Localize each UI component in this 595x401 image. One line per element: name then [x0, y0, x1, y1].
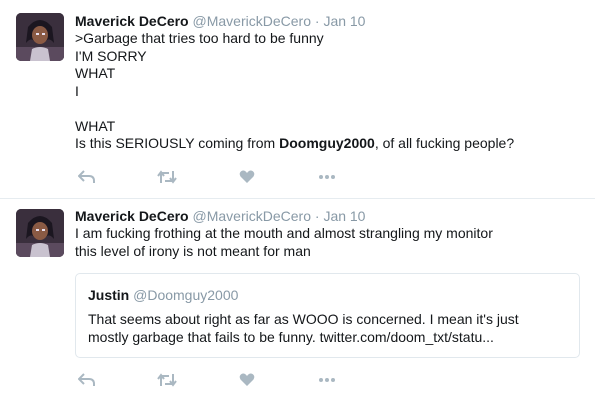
- more-dots-icon: [319, 175, 335, 179]
- display-name[interactable]: Maverick DeCero: [75, 13, 189, 29]
- avatar-image: [16, 13, 64, 61]
- tweet-text-line: Is this SERIOUSLY coming from Doomguy200…: [75, 135, 514, 153]
- reply-button[interactable]: [75, 167, 99, 187]
- tweet-header: Maverick DeCero @MaverickDeCero · Jan 10: [75, 207, 365, 225]
- tweet-text-line: I am fucking frothing at the mouth and a…: [75, 225, 493, 241]
- retweet-icon: [157, 170, 177, 184]
- heart-icon: [239, 170, 255, 183]
- separator-dot: ·: [314, 208, 320, 224]
- tweet-text-line: I'M SORRY: [75, 47, 147, 64]
- tweet[interactable]: Maverick DeCero @MaverickDeCero · Jan 10…: [0, 0, 595, 199]
- tweet-timestamp[interactable]: Jan 10: [323, 208, 365, 224]
- quoted-tweet[interactable]: Justin @Doomguy2000 That seems about rig…: [75, 273, 580, 358]
- heart-icon: [239, 373, 255, 386]
- tweet-text-line: this level of irony is not meant for man: [75, 242, 311, 259]
- avatar[interactable]: [16, 209, 64, 257]
- reply-icon: [78, 373, 95, 386]
- quoted-tweet-text: That seems about right as far as WOOO is…: [88, 310, 519, 345]
- user-handle[interactable]: @MaverickDeCero: [193, 13, 311, 29]
- mention-link[interactable]: Doomguy2000: [279, 135, 375, 151]
- tweet-timestamp[interactable]: Jan 10: [323, 13, 365, 29]
- retweet-icon: [157, 373, 177, 387]
- avatar-image: [16, 209, 64, 257]
- more-button[interactable]: [315, 370, 339, 390]
- tweet-text-segment: Is this SERIOUSLY coming from: [75, 135, 280, 151]
- separator-dot: ·: [314, 13, 320, 29]
- more-dots-icon: [319, 378, 335, 382]
- reply-button[interactable]: [75, 370, 99, 390]
- tweet-text-line: [75, 100, 514, 118]
- quoted-text-line: That seems about right as far as WOOO is…: [88, 311, 519, 327]
- like-button[interactable]: [235, 370, 259, 390]
- reply-icon: [78, 170, 95, 183]
- tweet-header: Maverick DeCero @MaverickDeCero · Jan 10: [75, 12, 365, 30]
- quoted-text-line: mostly garbage that fails to be funny. t…: [88, 328, 494, 345]
- like-button[interactable]: [235, 167, 259, 187]
- tweet-text-line: WHAT: [75, 65, 116, 81]
- quoted-user-handle: @Doomguy2000: [133, 287, 239, 303]
- avatar[interactable]: [16, 13, 64, 61]
- user-handle[interactable]: @MaverickDeCero: [193, 208, 311, 224]
- tweet-text-line: WHAT: [75, 117, 116, 134]
- more-button[interactable]: [315, 167, 339, 187]
- display-name[interactable]: Maverick DeCero: [75, 208, 189, 224]
- tweet-text-segment: , of all fucking people?: [374, 135, 515, 151]
- retweet-button[interactable]: [155, 370, 179, 390]
- tweet-actions: [75, 167, 375, 187]
- tweet-text-line: I: [75, 82, 79, 99]
- tweet-actions: [75, 370, 375, 390]
- retweet-button[interactable]: [155, 167, 179, 187]
- quoted-tweet-header: Justin @Doomguy2000: [88, 287, 238, 303]
- quoted-display-name: Justin: [88, 287, 130, 303]
- tweet-text-line: >Garbage that tries too hard to be funny: [75, 30, 324, 46]
- tweet-text: >Garbage that tries too hard to be funny…: [75, 30, 514, 153]
- tweet-timeline: Maverick DeCero @MaverickDeCero · Jan 10…: [0, 0, 595, 401]
- tweet-text: I am fucking frothing at the mouth and a…: [75, 225, 493, 260]
- tweet[interactable]: Maverick DeCero @MaverickDeCero · Jan 10…: [0, 199, 595, 401]
